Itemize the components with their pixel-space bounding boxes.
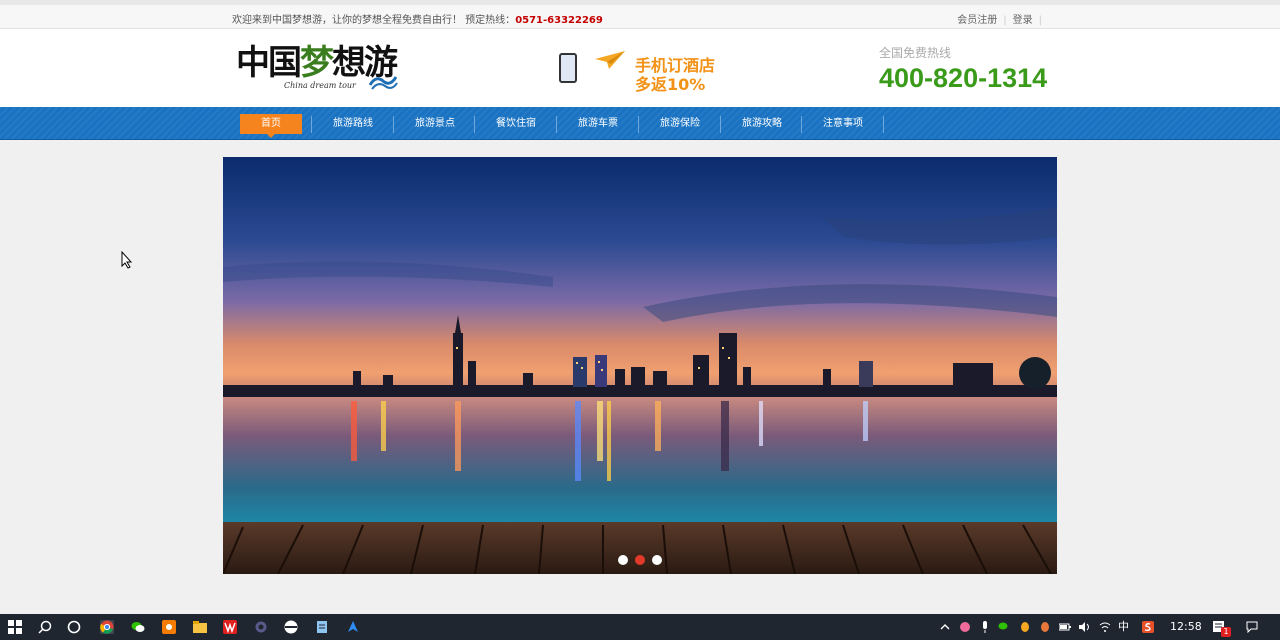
- volume-icon[interactable]: [1079, 621, 1091, 633]
- windows-taskbar: 中 12:58 1: [0, 614, 1280, 640]
- login-link[interactable]: 登录: [1013, 15, 1033, 26]
- logo-subtitle: China dream tour: [284, 81, 356, 90]
- welcome-text: 欢迎来到中国梦想游，让你的梦想全程免费自由行！ 预定热线：: [232, 15, 516, 26]
- account-links: 会员注册 | 登录 |: [957, 11, 1048, 26]
- mouse-cursor-icon: [121, 251, 133, 269]
- nav-separator: [474, 116, 475, 133]
- hotline-label: 全国免费热线: [879, 46, 952, 60]
- settings-icon[interactable]: [254, 620, 268, 634]
- mobile-hotel-promo[interactable]: 手机订酒店 多返10%: [555, 47, 725, 95]
- tray-app-icon[interactable]: [959, 621, 971, 633]
- paper-plane-icon: [595, 51, 625, 69]
- logo-char-green: 梦: [300, 43, 334, 83]
- cortana-icon[interactable]: [67, 620, 81, 634]
- sogou-input-icon[interactable]: [1142, 621, 1154, 633]
- qq-icon[interactable]: [1019, 621, 1031, 633]
- main-navigation: 首页 旅游路线 旅游景点 餐饮住宿 旅游车票 旅游保险 旅游攻略 注意事项: [0, 107, 1280, 140]
- wave-icon: [368, 76, 398, 90]
- nav-separator: [801, 116, 802, 133]
- nav-separator: [883, 116, 884, 133]
- nav-separator: [311, 116, 312, 133]
- ime-indicator[interactable]: 中: [1118, 614, 1129, 640]
- nav-item-guides[interactable]: 旅游攻略: [731, 114, 793, 134]
- nav-item-tickets[interactable]: 旅游车票: [567, 114, 629, 134]
- hero-banner-carousel[interactable]: [223, 157, 1057, 574]
- wechat-tray-icon[interactable]: [998, 621, 1010, 633]
- welcome-message: 欢迎来到中国梦想游，让你的梦想全程免费自由行！ 预定热线：0571-633222…: [232, 11, 603, 26]
- top-utility-bar: 欢迎来到中国梦想游，让你的梦想全程免费自由行！ 预定热线：0571-633222…: [0, 0, 1280, 29]
- system-clock[interactable]: 12:58: [1170, 614, 1202, 640]
- nav-item-insurance[interactable]: 旅游保险: [649, 114, 711, 134]
- search-icon[interactable]: [38, 620, 52, 634]
- notepad-icon[interactable]: [315, 620, 329, 634]
- chevron-up-icon[interactable]: [939, 621, 951, 633]
- wechat-icon[interactable]: [131, 620, 145, 634]
- link-separator: |: [1003, 15, 1007, 26]
- nav-item-attractions[interactable]: 旅游景点: [404, 114, 466, 134]
- chrome-icon[interactable]: [100, 620, 114, 634]
- notification-badge: 1: [1221, 627, 1231, 637]
- carousel-dot-1[interactable]: [618, 555, 628, 565]
- battery-icon[interactable]: [1059, 621, 1071, 633]
- mobile-phone-icon: [559, 53, 577, 83]
- file-explorer-icon[interactable]: [193, 620, 207, 634]
- action-center-icon[interactable]: [1246, 621, 1258, 633]
- nav-separator: [556, 116, 557, 133]
- nav-item-routes[interactable]: 旅游路线: [322, 114, 384, 134]
- windows-start-icon[interactable]: [8, 620, 22, 634]
- hotline-number: 400-820-1314: [879, 63, 1048, 93]
- promo-line-2: 多返10%: [635, 75, 706, 94]
- nav-item-notices[interactable]: 注意事项: [812, 114, 874, 134]
- app-round-icon[interactable]: [284, 620, 298, 634]
- microphone-icon[interactable]: [979, 621, 991, 633]
- nav-item-dining-lodging[interactable]: 餐饮住宿: [485, 114, 547, 134]
- free-hotline-block: 全国免费热线 400-820-1314: [879, 44, 1047, 94]
- site-header: 中国梦想游 China dream tour 手机订酒店 多返10% 全国免费热…: [0, 29, 1280, 107]
- nav-separator: [638, 116, 639, 133]
- register-link[interactable]: 会员注册: [957, 15, 997, 26]
- nav-separator: [393, 116, 394, 133]
- carousel-dot-2-active[interactable]: [635, 555, 645, 565]
- app-blue-icon[interactable]: [346, 620, 360, 634]
- site-logo[interactable]: 中国梦想游 China dream tour: [236, 43, 401, 95]
- qq-secondary-icon[interactable]: [1039, 621, 1051, 633]
- app-orange-icon[interactable]: [162, 620, 176, 634]
- nav-separator: [720, 116, 721, 133]
- nav-item-home[interactable]: 首页: [240, 114, 302, 138]
- city-skyline-night-image: [223, 157, 1057, 574]
- wps-icon[interactable]: [223, 620, 237, 634]
- carousel-dot-3[interactable]: [652, 555, 662, 565]
- wifi-icon[interactable]: [1099, 621, 1111, 633]
- logo-char-group-1: 中国: [236, 43, 302, 83]
- link-separator-trailing: |: [1038, 15, 1042, 26]
- booking-hotline-number: 0571-63322269: [515, 15, 603, 26]
